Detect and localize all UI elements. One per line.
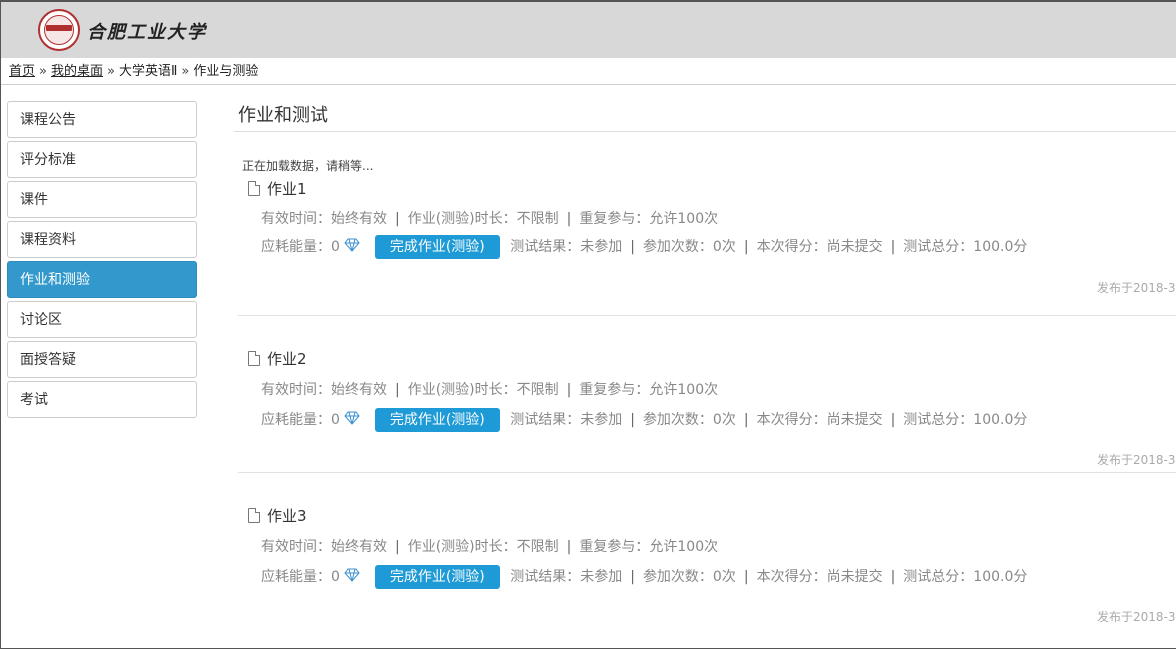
energy-cost: 应耗能量：0: [261, 239, 340, 255]
university-seal-logo[interactable]: [38, 9, 80, 51]
meta-divider: |: [630, 569, 635, 585]
breadcrumb-separator: »: [107, 64, 115, 79]
attempt-count: 参加次数：0次: [642, 239, 736, 255]
meta-divider: |: [395, 211, 400, 227]
assignment-actions: 应耗能量：0 完成作业(测验) 测试结果：未参加 | 参加次数：0次 | 本次得分：尚未…: [261, 565, 1027, 589]
meta-divider: |: [890, 239, 896, 255]
repeat-limit: 重复参与：允许100次: [579, 539, 719, 555]
complete-homework-button[interactable]: 完成作业(测验): [374, 565, 500, 589]
meta-divider: |: [566, 382, 572, 398]
document-icon: [248, 508, 260, 523]
duration: 作业(测验)时长：不限制: [407, 211, 559, 227]
attempt-count: 参加次数：0次: [642, 569, 736, 585]
sidebar-item-exam[interactable]: 考试: [7, 381, 197, 418]
document-icon: [248, 351, 260, 366]
total-score: 测试总分：100.0分: [903, 239, 1028, 255]
complete-homework-button[interactable]: 完成作业(测验): [374, 408, 500, 432]
publish-date: 发布于2018-3-: [1097, 610, 1176, 624]
sidebar-item-courseware[interactable]: 课件: [7, 181, 197, 218]
current-score: 本次得分：尚未提交: [756, 569, 883, 585]
current-score: 本次得分：尚未提交: [756, 239, 883, 255]
breadcrumb-home-link[interactable]: 首页: [9, 64, 35, 79]
assignment-meta: 有效时间：始终有效 | 作业(测验)时长：不限制 | 重复参与：允许100次: [261, 379, 718, 399]
assignment-item: 作业1 有效时间：始终有效 | 作业(测验)时长：不限制 | 重复参与：允许100次 应…: [238, 176, 1176, 316]
meta-divider: |: [566, 211, 572, 227]
energy-cost: 应耗能量：0: [261, 412, 340, 428]
main-content: 作业和测试 正在加载数据，请稍等... 作业1 有效时间：始终有效 | 作业(测验)…: [234, 101, 1176, 630]
assignment-item: 作业3 有效时间：始终有效 | 作业(测验)时长：不限制 | 重复参与：允许100次 应…: [238, 473, 1176, 630]
assignment-title[interactable]: 作业3: [248, 505, 307, 526]
assignment-actions: 应耗能量：0 完成作业(测验) 测试结果：未参加 | 参加次数：0次 | 本次得分：尚未…: [261, 408, 1027, 432]
meta-divider: |: [743, 239, 749, 255]
sidebar: 课程公告 评分标准 课件 课程资料 作业和测验 讨论区 面授答疑 考试: [7, 101, 197, 421]
test-result: 测试结果：未参加: [510, 412, 623, 428]
breadcrumb-current: 作业与测验: [193, 64, 259, 79]
assignment-title-text[interactable]: 作业2: [267, 350, 307, 368]
breadcrumb-separator: »: [39, 64, 47, 79]
publish-date: 发布于2018-3-: [1097, 281, 1176, 295]
energy-cost: 应耗能量：0: [261, 569, 340, 585]
publish-date: 发布于2018-3-: [1097, 453, 1176, 467]
valid-time: 有效时间：始终有效: [261, 211, 387, 227]
meta-divider: |: [890, 569, 896, 585]
breadcrumb-desk-link[interactable]: 我的桌面: [51, 64, 103, 79]
assignment-title[interactable]: 作业1: [248, 178, 307, 199]
test-result: 测试结果：未参加: [510, 569, 623, 585]
duration: 作业(测验)时长：不限制: [407, 382, 559, 398]
logo-text[interactable]: 合肥工业大学: [87, 18, 207, 44]
meta-divider: |: [630, 239, 635, 255]
sidebar-item-qa[interactable]: 面授答疑: [7, 341, 197, 378]
test-result: 测试结果：未参加: [510, 239, 623, 255]
sidebar-item-homework[interactable]: 作业和测验: [7, 261, 197, 298]
diamond-icon: [344, 411, 361, 425]
loading-text: 正在加载数据，请稍等...: [242, 159, 374, 173]
seal-band: [46, 25, 72, 31]
meta-divider: |: [890, 412, 896, 428]
meta-divider: |: [395, 382, 400, 398]
valid-time: 有效时间：始终有效: [261, 539, 387, 555]
meta-divider: |: [395, 539, 400, 555]
complete-homework-button[interactable]: 完成作业(测验): [374, 235, 500, 259]
sidebar-item-grading[interactable]: 评分标准: [7, 141, 197, 178]
valid-time: 有效时间：始终有效: [261, 382, 387, 398]
meta-divider: |: [630, 412, 635, 428]
duration: 作业(测验)时长：不限制: [407, 539, 559, 555]
attempt-count: 参加次数：0次: [642, 412, 736, 428]
assignment-title-text[interactable]: 作业1: [267, 180, 307, 198]
header: 合肥工业大学: [1, 2, 1176, 58]
total-score: 测试总分：100.0分: [903, 412, 1028, 428]
assignment-meta: 有效时间：始终有效 | 作业(测验)时长：不限制 | 重复参与：允许100次: [261, 208, 718, 228]
breadcrumb-course: 大学英语Ⅱ: [118, 64, 178, 79]
diamond-icon: [344, 238, 361, 252]
breadcrumb-separator: »: [181, 64, 190, 79]
current-score: 本次得分：尚未提交: [756, 412, 883, 428]
total-score: 测试总分：100.0分: [903, 569, 1028, 585]
assignment-item: 作业2 有效时间：始终有效 | 作业(测验)时长：不限制 | 重复参与：允许100次 应…: [238, 316, 1176, 473]
assignment-meta: 有效时间：始终有效 | 作业(测验)时长：不限制 | 重复参与：允许100次: [261, 536, 718, 556]
meta-divider: |: [743, 569, 749, 585]
repeat-limit: 重复参与：允许100次: [579, 382, 719, 398]
assignment-actions: 应耗能量：0 完成作业(测验) 测试结果：未参加 | 参加次数：0次 | 本次得分：尚未…: [261, 235, 1027, 259]
sidebar-item-announcements[interactable]: 课程公告: [7, 101, 197, 138]
meta-divider: |: [743, 412, 749, 428]
page-frame: 合肥工业大学 首页» 我的桌面» 大学英语Ⅱ» 作业与测验 课程公告 评分标准 课件 …: [0, 0, 1176, 649]
breadcrumb: 首页» 我的桌面» 大学英语Ⅱ» 作业与测验: [1, 58, 1176, 85]
repeat-limit: 重复参与：允许100次: [579, 211, 719, 227]
sidebar-item-discussion[interactable]: 讨论区: [7, 301, 197, 338]
document-icon: [248, 181, 260, 196]
assignment-title[interactable]: 作业2: [248, 348, 307, 369]
meta-divider: |: [566, 539, 572, 555]
page-title: 作业和测试: [234, 101, 1176, 132]
assignment-title-text[interactable]: 作业3: [267, 507, 307, 525]
sidebar-item-materials[interactable]: 课程资料: [7, 221, 197, 258]
diamond-icon: [344, 568, 361, 582]
